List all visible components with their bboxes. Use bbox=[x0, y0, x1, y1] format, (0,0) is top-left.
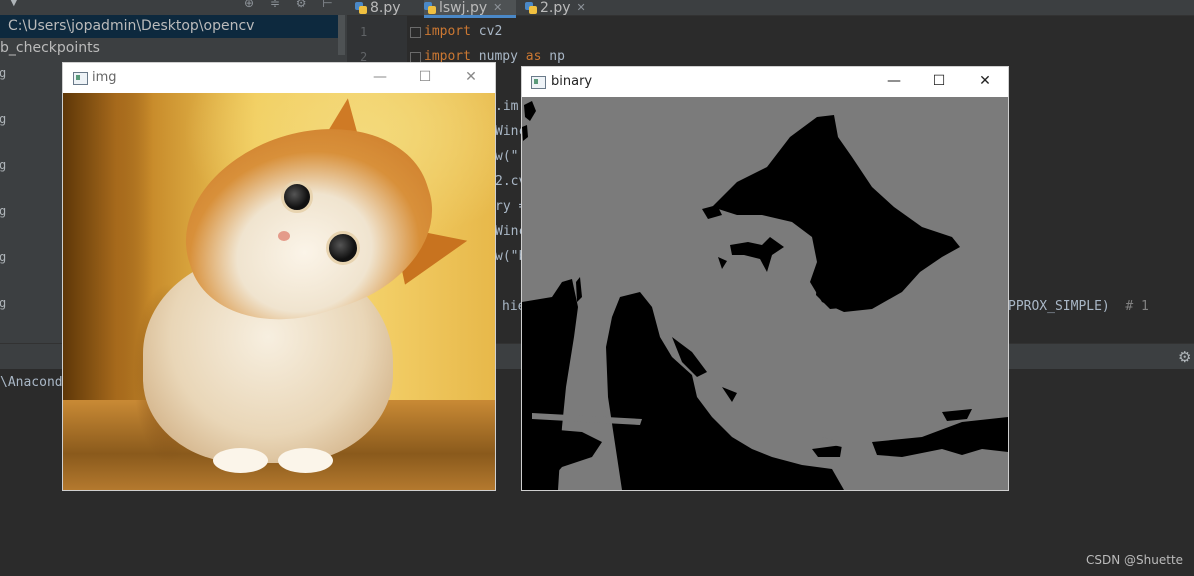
code-comment: # 1 bbox=[1109, 299, 1149, 314]
tab-8-py[interactable]: 8.py bbox=[355, 0, 421, 16]
gear-icon[interactable]: ⚙ bbox=[1178, 348, 1191, 366]
file-item[interactable]: g bbox=[0, 158, 6, 172]
code-text: np bbox=[541, 49, 565, 64]
fold-marker-icon[interactable] bbox=[410, 27, 421, 38]
close-icon[interactable]: ✕ bbox=[974, 71, 996, 91]
code-fragment: w(" bbox=[495, 149, 519, 164]
code-fragment: PPROX_SIMPLE) # 1 bbox=[1008, 299, 1149, 314]
tab-label: lswj.py bbox=[439, 0, 488, 16]
close-icon[interactable]: ✕ bbox=[460, 67, 482, 87]
line-number: 1 bbox=[360, 25, 368, 39]
minimize-icon[interactable]: — bbox=[883, 71, 905, 91]
file-item[interactable]: g bbox=[0, 66, 6, 80]
toolbar-icons[interactable]: ⊕ ≑ ⚙ ⊢ bbox=[244, 0, 339, 10]
window-title: binary bbox=[551, 74, 593, 89]
tab-lswj-py[interactable]: lswj.py ✕ bbox=[424, 0, 516, 18]
dropdown-arrow-icon[interactable]: ▼ bbox=[10, 0, 18, 8]
python-file-icon bbox=[355, 1, 367, 14]
project-root-row[interactable]: C:\Users\jopadmin\Desktop\opencv bbox=[0, 15, 340, 38]
binary-window-titlebar[interactable]: binary — ☐ ✕ bbox=[522, 67, 1008, 97]
project-toolbar: ▼ ⊕ ≑ ⚙ ⊢ bbox=[0, 0, 347, 13]
binary-image bbox=[522, 97, 1008, 490]
close-tab-icon[interactable]: ✕ bbox=[493, 1, 502, 14]
project-root-path: C:\Users\jopadmin\Desktop\opencv bbox=[8, 18, 255, 34]
folder-label: b_checkpoints bbox=[0, 40, 100, 56]
file-item[interactable]: g bbox=[0, 204, 6, 218]
editor-tab-bar: 8.py lswj.py ✕ 2.py ✕ bbox=[347, 0, 1194, 18]
tab-2-py[interactable]: 2.py ✕ bbox=[525, 0, 593, 16]
python-file-icon bbox=[525, 1, 537, 14]
maximize-icon[interactable]: ☐ bbox=[928, 71, 950, 91]
minimize-icon[interactable]: — bbox=[369, 67, 391, 87]
close-tab-icon[interactable]: ✕ bbox=[577, 1, 586, 14]
python-file-icon bbox=[424, 1, 436, 14]
code-text: PPROX_SIMPLE) bbox=[1008, 299, 1110, 314]
file-item[interactable]: g bbox=[0, 112, 6, 126]
code-text: cv2 bbox=[470, 24, 503, 39]
file-item[interactable]: g bbox=[0, 296, 6, 310]
console-output: \Anacond bbox=[0, 375, 63, 390]
img-window-titlebar[interactable]: img — ☐ ✕ bbox=[63, 63, 495, 93]
window-title: img bbox=[92, 70, 117, 85]
watermark: CSDN @Shuette bbox=[1086, 553, 1184, 567]
keyword: import bbox=[424, 24, 471, 39]
code-fragment: .im bbox=[495, 99, 519, 114]
file-item[interactable]: g bbox=[0, 250, 6, 264]
window-app-icon bbox=[73, 72, 88, 85]
window-app-icon bbox=[531, 76, 546, 89]
binary-window[interactable]: binary — ☐ ✕ bbox=[521, 66, 1009, 491]
cat-photo bbox=[63, 93, 495, 490]
code-line-1[interactable]: import cv2 bbox=[424, 24, 502, 39]
maximize-icon[interactable]: ☐ bbox=[414, 67, 436, 87]
folder-item[interactable]: b_checkpoints bbox=[0, 40, 100, 56]
scrollbar-thumb[interactable] bbox=[338, 15, 345, 55]
tab-label: 8.py bbox=[370, 0, 401, 16]
img-window[interactable]: img — ☐ ✕ bbox=[62, 62, 496, 491]
keyword: as bbox=[525, 49, 542, 64]
tab-label: 2.py bbox=[540, 0, 571, 16]
